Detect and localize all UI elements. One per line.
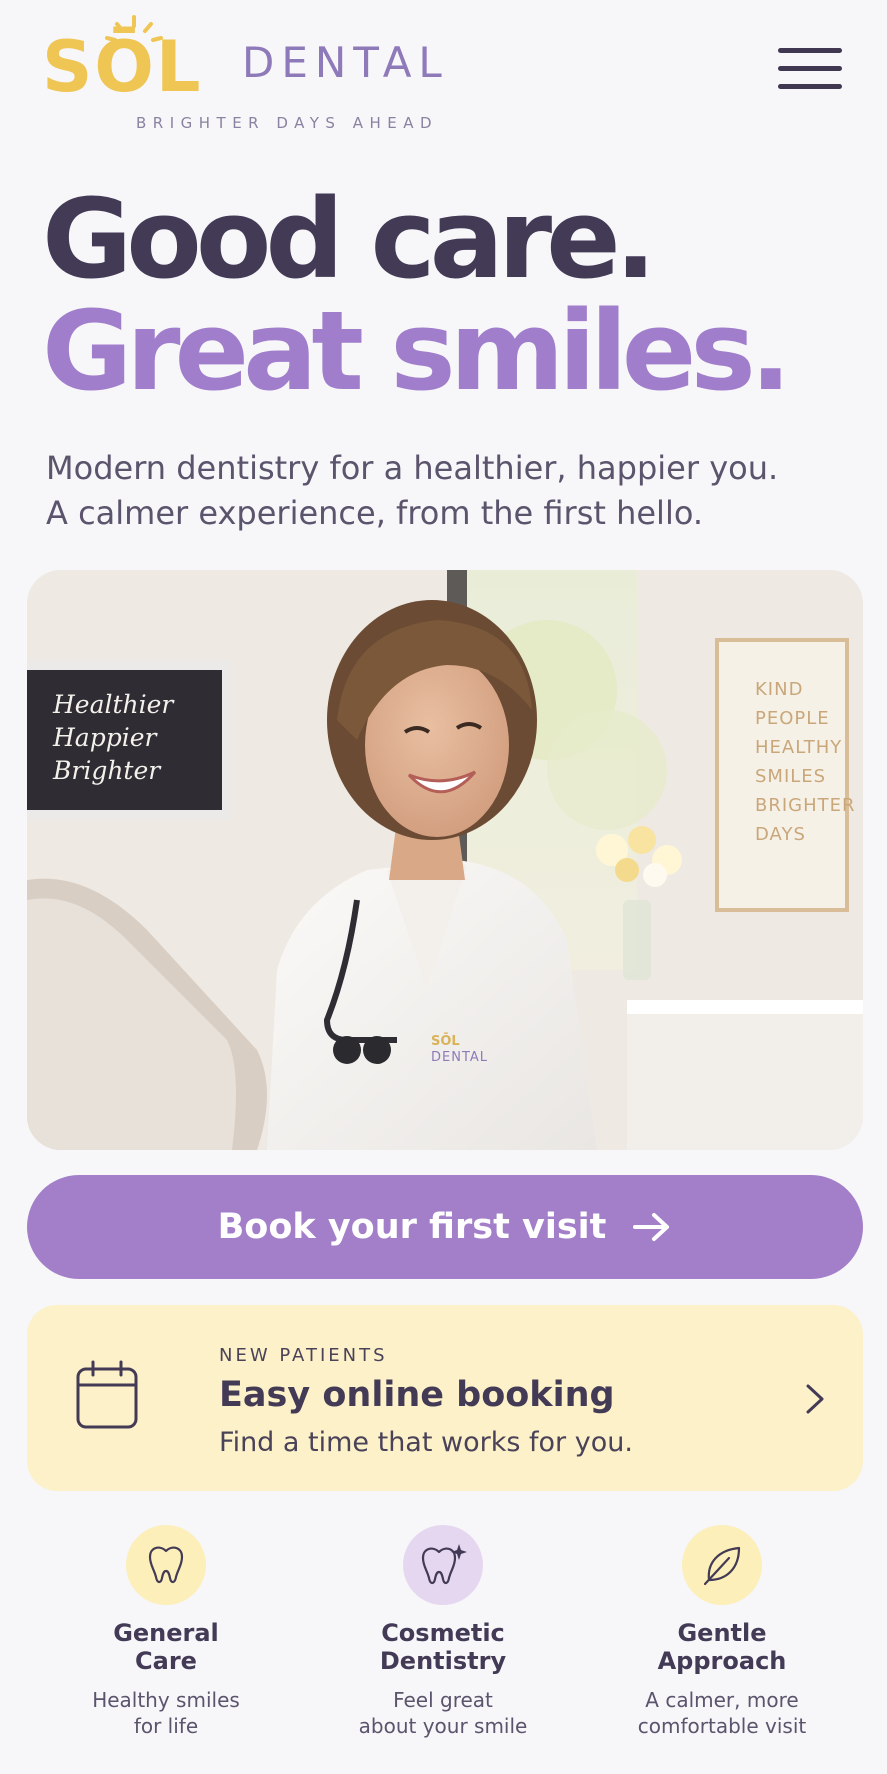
monitor-line: Happier [53, 723, 157, 752]
booking-eyebrow: NEW PATIENTS [219, 1345, 388, 1366]
brand-logo[interactable]: SŌL DENTAL BRIGHTER DAYS AHEAD [42, 14, 462, 134]
feature-description-line: Feel great [393, 1688, 493, 1712]
tooth-icon [126, 1525, 206, 1605]
feature-title: General Care [26, 1619, 306, 1675]
feature-description-line: Healthy smiles [92, 1688, 240, 1712]
feature-description-line: comfortable visit [637, 1714, 807, 1738]
site-header: SŌL DENTAL BRIGHTER DAYS AHEAD [0, 0, 887, 150]
feature-description-line: A calmer, more [645, 1688, 799, 1712]
poster-line: HEALTHY [755, 737, 843, 758]
feature-description: Feel great about your smile [303, 1687, 583, 1739]
coat-logo: SŌL DENTAL [431, 1034, 488, 1066]
feature-title: Cosmetic Dentistry [303, 1619, 583, 1675]
sparkle-tooth-icon [403, 1525, 483, 1605]
monitor-line: Brighter [53, 756, 161, 785]
feature-description: A calmer, more comfortable visit [582, 1687, 862, 1739]
hero-subtitle-line-1: Modern dentistry for a healthier, happie… [46, 449, 779, 487]
hero-title-line-2: Great smiles. [42, 287, 792, 415]
calendar-icon [76, 1360, 138, 1429]
poster-line: DAYS [755, 824, 806, 845]
booking-title: Easy online booking [219, 1375, 615, 1415]
logo-primary-text: SŌL [42, 26, 203, 108]
feature-cosmetic-dentistry[interactable]: Cosmetic Dentistry Feel great about your… [303, 1525, 583, 1739]
feature-description-line: for life [133, 1714, 199, 1738]
wall-poster-text: KIND PEOPLE HEALTHY SMILES BRIGHTER DAYS [755, 675, 856, 849]
feature-general-care[interactable]: General Care Healthy smiles for life [26, 1525, 306, 1739]
booking-subtitle: Find a time that works for you. [219, 1427, 633, 1458]
feature-title-line: Dentistry [379, 1647, 507, 1675]
leaf-icon [682, 1525, 762, 1605]
chevron-right-icon [806, 1384, 824, 1414]
coat-logo-primary: SŌL [431, 1034, 460, 1049]
hero-subtitle: Modern dentistry for a healthier, happie… [46, 446, 846, 536]
coat-logo-secondary: DENTAL [431, 1050, 489, 1065]
poster-line: SMILES [755, 766, 827, 787]
book-first-visit-button[interactable]: Book your first visit [27, 1175, 863, 1279]
feature-description: Healthy smiles for life [26, 1687, 306, 1739]
feature-title-line: Approach [657, 1647, 787, 1675]
brand-tagline: BRIGHTER DAYS AHEAD [136, 114, 439, 132]
monitor-text: Healthier Happier Brighter [53, 688, 173, 787]
feature-title-line: Care [135, 1647, 197, 1675]
monitor-line: Healthier [53, 690, 174, 719]
hamburger-menu-icon[interactable] [774, 42, 846, 98]
arrow-right-icon [633, 1213, 670, 1241]
feature-title-line: General [113, 1619, 219, 1647]
poster-line: PEOPLE [755, 708, 830, 729]
feature-title-line: Gentle [677, 1619, 767, 1647]
poster-line: BRIGHTER [755, 795, 856, 816]
hero-subtitle-line-2: A calmer experience, from the first hell… [46, 494, 704, 532]
feature-title: Gentle Approach [582, 1619, 862, 1675]
book-first-visit-label: Book your first visit [217, 1207, 607, 1247]
hero-photo: Healthier Happier Brighter KIND PEOPLE H… [27, 570, 863, 1150]
online-booking-card[interactable]: NEW PATIENTS Easy online booking Find a … [27, 1305, 863, 1491]
feature-gentle-approach[interactable]: Gentle Approach A calmer, more comfortab… [582, 1525, 862, 1739]
hero-title-line-1: Good care. [42, 175, 657, 303]
feature-title-line: Cosmetic [381, 1619, 505, 1647]
logo-secondary-text: DENTAL [242, 38, 449, 87]
poster-line: KIND [755, 679, 804, 700]
feature-description-line: about your smile [358, 1714, 528, 1738]
